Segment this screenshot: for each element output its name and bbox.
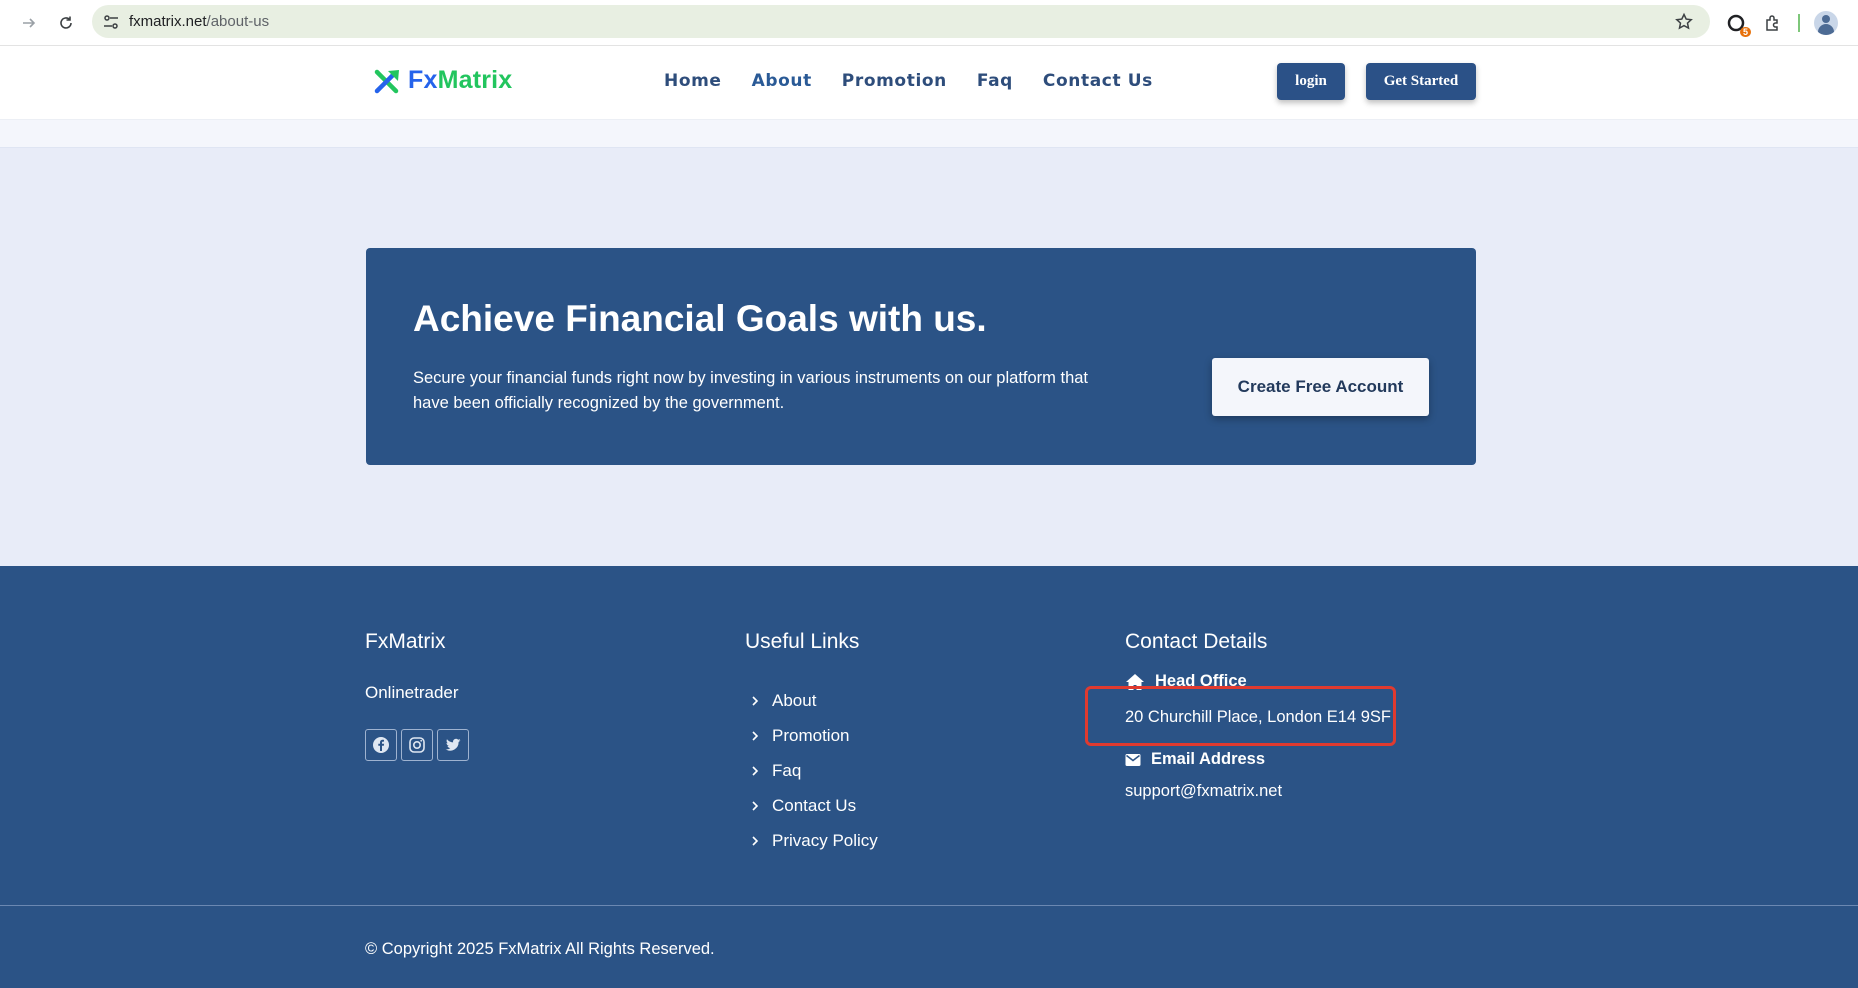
- address-bar[interactable]: fxmatrix.net/about-us: [92, 5, 1710, 38]
- site-settings-icon[interactable]: [102, 13, 120, 31]
- footer-brand-subtitle: Onlinetrader: [365, 683, 459, 702]
- nav-about[interactable]: About: [752, 71, 812, 91]
- footer-link-about[interactable]: About: [748, 683, 878, 718]
- page-banner-strip: [0, 120, 1858, 148]
- profile-avatar[interactable]: [1814, 11, 1838, 35]
- cta-card: Achieve Financial Goals with us. Secure …: [366, 248, 1476, 465]
- nav-home[interactable]: Home: [664, 71, 722, 91]
- footer-divider: [0, 905, 1858, 906]
- twitter-icon[interactable]: [437, 729, 469, 761]
- chevron-right-icon: [748, 695, 762, 706]
- email-label: Email Address: [1151, 750, 1266, 768]
- reload-icon[interactable]: [53, 10, 79, 36]
- get-started-button[interactable]: Get Started: [1366, 63, 1476, 100]
- forward-icon[interactable]: [16, 10, 42, 36]
- email-value[interactable]: support@fxmatrix.net: [1125, 782, 1282, 801]
- login-button[interactable]: login: [1277, 63, 1345, 100]
- browser-toolbar: fxmatrix.net/about-us 5: [0, 0, 1858, 46]
- logo-text: FxMatrix: [408, 66, 513, 94]
- chevron-right-icon: [748, 730, 762, 741]
- extensions-puzzle-icon[interactable]: [1761, 11, 1785, 35]
- nav-faq[interactable]: Faq: [977, 71, 1013, 91]
- footer-contact-title: Contact Details: [1125, 630, 1268, 653]
- instagram-icon[interactable]: [401, 729, 433, 761]
- extension-icon[interactable]: 5: [1724, 11, 1751, 37]
- logo[interactable]: FxMatrix: [374, 66, 512, 95]
- cta-text: Secure your financial funds right now by…: [413, 369, 1089, 412]
- mail-icon: [1125, 753, 1141, 767]
- email-heading: Email Address: [1125, 750, 1265, 769]
- logo-mark-icon: [374, 69, 399, 93]
- toolbar-divider: [1798, 14, 1800, 32]
- useful-links-list: About Promotion Faq Contact Us Privacy P…: [748, 683, 878, 858]
- create-free-account-button[interactable]: Create Free Account: [1212, 358, 1429, 416]
- footer-link-promotion[interactable]: Promotion: [748, 718, 878, 753]
- cta-title: Achieve Financial Goals with us.: [413, 298, 987, 339]
- footer-brand-title: FxMatrix: [365, 630, 446, 653]
- footer: FxMatrix Onlinetrader Useful Links About…: [0, 566, 1858, 988]
- footer-links-title: Useful Links: [745, 630, 860, 653]
- chevron-right-icon: [748, 800, 762, 811]
- main-nav: Home About Promotion Faq Contact Us: [664, 71, 1183, 91]
- footer-link-contact-us[interactable]: Contact Us: [748, 788, 878, 823]
- footer-link-privacy-policy[interactable]: Privacy Policy: [748, 823, 878, 858]
- nav-promotion[interactable]: Promotion: [842, 71, 947, 91]
- highlight-box: [1085, 686, 1396, 746]
- nav-contact-us[interactable]: Contact Us: [1043, 71, 1153, 91]
- chevron-right-icon: [748, 765, 762, 776]
- cta-section: Achieve Financial Goals with us. Secure …: [0, 148, 1858, 566]
- extension-badge: 5: [1739, 27, 1751, 37]
- bookmark-star-icon[interactable]: [1674, 12, 1694, 32]
- facebook-icon[interactable]: [365, 729, 397, 761]
- copyright-text: © Copyright 2025 FxMatrix All Rights Res…: [365, 940, 715, 958]
- site-header: FxMatrix Home About Promotion Faq Contac…: [0, 46, 1858, 120]
- footer-link-faq[interactable]: Faq: [748, 753, 878, 788]
- url-text[interactable]: fxmatrix.net/about-us: [129, 13, 269, 30]
- social-links: [365, 729, 469, 761]
- chevron-right-icon: [748, 835, 762, 846]
